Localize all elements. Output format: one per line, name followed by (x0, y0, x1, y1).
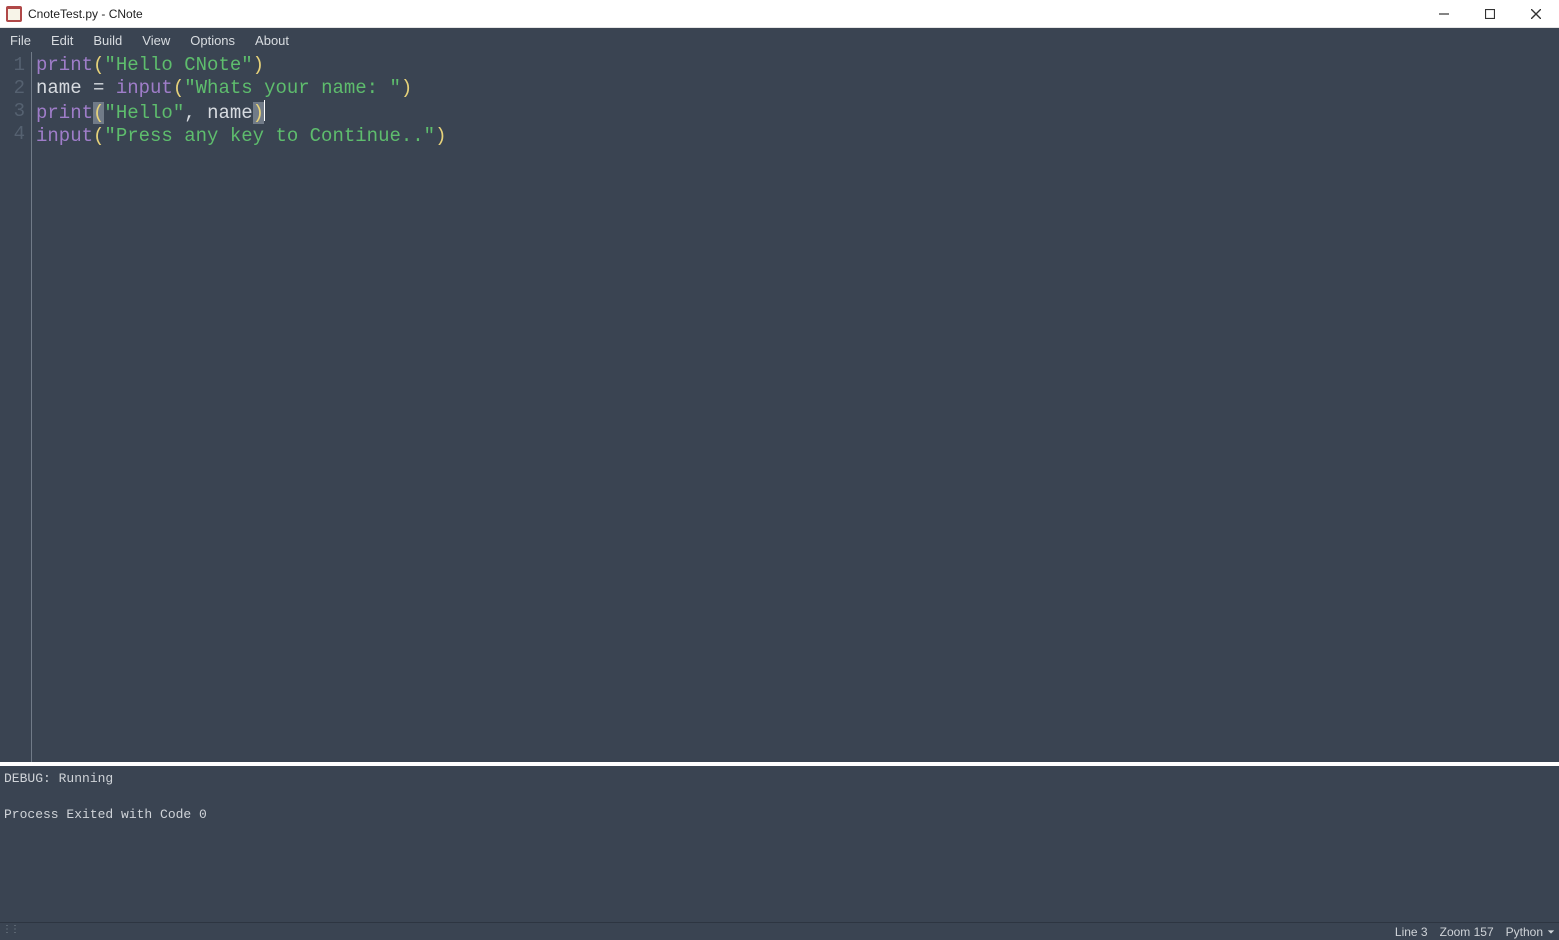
menu-view[interactable]: View (132, 28, 180, 52)
app-icon (6, 6, 22, 22)
line-number: 1 (0, 54, 25, 77)
token: = (82, 77, 116, 99)
token: input (116, 77, 173, 99)
token: ( (93, 54, 104, 76)
status-language[interactable]: Python (1500, 925, 1559, 939)
maximize-button[interactable] (1467, 0, 1513, 28)
code-line[interactable]: print("Hello", name) (36, 100, 1555, 125)
window-title: CnoteTest.py - CNote (28, 7, 1421, 21)
token: name (207, 102, 253, 124)
status-zoom: Zoom 157 (1434, 925, 1500, 939)
line-number: 2 (0, 77, 25, 100)
line-number: 4 (0, 123, 25, 146)
token: print (36, 54, 93, 76)
status-language-label: Python (1506, 925, 1543, 939)
grip-icon (2, 925, 16, 939)
chevron-down-icon (1547, 928, 1555, 936)
token: "Press any key to Continue.." (104, 125, 435, 147)
token: ) (435, 125, 446, 147)
code-area[interactable]: print("Hello CNote")name = input("Whats … (32, 52, 1559, 762)
token: ( (93, 125, 104, 147)
line-gutter: 1234 (0, 52, 32, 762)
token: input (36, 125, 93, 147)
code-line[interactable]: print("Hello CNote") (36, 54, 1555, 77)
line-number: 3 (0, 100, 25, 123)
token: ) (253, 54, 264, 76)
token: ) (253, 102, 264, 124)
titlebar[interactable]: CnoteTest.py - CNote (0, 0, 1559, 28)
token: ) (401, 77, 412, 99)
menubar: File Edit Build View Options About (0, 28, 1559, 52)
menu-about[interactable]: About (245, 28, 299, 52)
token: print (36, 102, 93, 124)
menu-build[interactable]: Build (83, 28, 132, 52)
token: , (184, 102, 207, 124)
token: "Whats your name: " (184, 77, 401, 99)
token: "Hello" (104, 102, 184, 124)
menu-file[interactable]: File (0, 28, 41, 52)
code-line[interactable]: input("Press any key to Continue..") (36, 125, 1555, 148)
menu-options[interactable]: Options (180, 28, 245, 52)
app-window: CnoteTest.py - CNote File Edit Build Vie… (0, 0, 1559, 940)
minimize-button[interactable] (1421, 0, 1467, 28)
token: "Hello CNote" (104, 54, 252, 76)
status-line: Line 3 (1389, 925, 1434, 939)
token: name (36, 77, 82, 99)
token: ( (173, 77, 184, 99)
token: ( (93, 102, 104, 124)
output-panel[interactable]: DEBUG: Running Process Exited with Code … (0, 766, 1559, 922)
menu-edit[interactable]: Edit (41, 28, 83, 52)
caret (264, 100, 265, 121)
statusbar: Line 3 Zoom 157 Python (0, 922, 1559, 940)
code-line[interactable]: name = input("Whats your name: ") (36, 77, 1555, 100)
editor[interactable]: 1234 print("Hello CNote")name = input("W… (0, 52, 1559, 762)
close-button[interactable] (1513, 0, 1559, 28)
